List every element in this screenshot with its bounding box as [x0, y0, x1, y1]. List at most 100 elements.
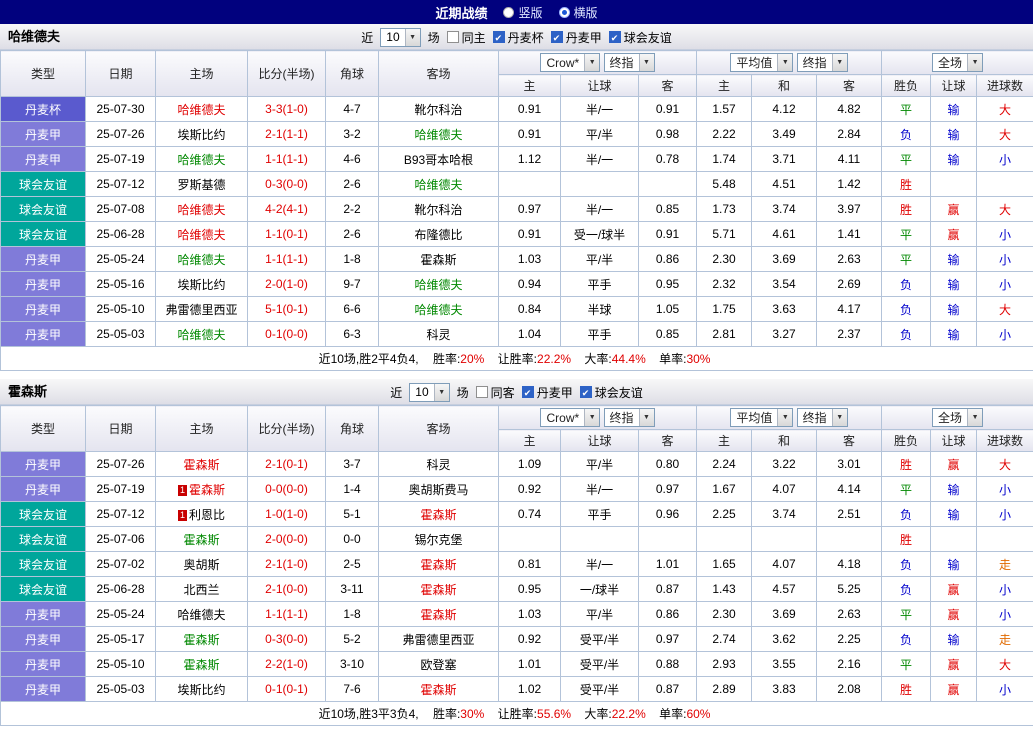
league-type-cell: 丹麦甲 — [0, 451, 86, 477]
checkbox-icon — [475, 386, 488, 398]
average-select[interactable]: 平均值 ▼ — [730, 53, 794, 72]
bookmaker-select[interactable]: Crow* ▼ — [540, 408, 601, 428]
team-name-link[interactable]: 哈维德夫 — [177, 103, 225, 117]
team-name-link[interactable]: 靴尔科治 — [414, 203, 462, 217]
team-name-link[interactable]: 霍森斯 — [420, 608, 456, 622]
team-name-link[interactable]: 哈维德夫 — [414, 303, 462, 317]
match-date-cell: 25-06-28 — [85, 221, 156, 247]
handicap-rate-stat: 让胜率:55.6% — [497, 707, 572, 721]
league-type-cell: 丹麦甲 — [0, 321, 86, 347]
avg-draw-odds-cell: 3.83 — [751, 676, 817, 702]
score-cell: 2-1(1-1) — [247, 121, 326, 147]
team-name-link[interactable]: 霍森斯 — [189, 483, 225, 497]
result-goals-cell: 大 — [976, 96, 1033, 122]
team-name-link[interactable]: 哈维德夫 — [414, 178, 462, 192]
team-name-link[interactable]: 哈维德夫 — [177, 328, 225, 342]
match-row: 丹麦甲 25-05-16 埃斯比约 2-0(1-0) 9-7 哈维德夫 0.94 平手 0.95… — [0, 271, 1033, 297]
team-name-link[interactable]: 哈维德夫 — [177, 203, 225, 217]
radio-vertical-layout[interactable]: 竖版 — [503, 4, 543, 21]
match-row: 丹麦甲 25-07-26 埃斯比约 2-1(1-1) 3-2 哈维德夫 0.91 平/半 0.9… — [0, 121, 1033, 147]
away-team-cell: 霍森斯 — [378, 551, 499, 577]
avg-away-odds-cell: 2.08 — [815, 676, 883, 702]
team-name-link[interactable]: 霍森斯 — [183, 633, 219, 647]
avg-home-odds-cell: 2.93 — [696, 651, 752, 677]
result-wdl-cell: 胜 — [881, 676, 932, 702]
average-select[interactable]: 平均值 ▼ — [730, 408, 794, 427]
team-name-link[interactable]: 哈维德夫 — [177, 228, 225, 242]
match-date-cell: 25-06-28 — [85, 576, 156, 602]
match-date-cell: 25-05-03 — [85, 321, 156, 347]
checkbox-same-away[interactable]: 同客 — [475, 384, 515, 401]
team-name-link[interactable]: 弗雷德里西亚 — [402, 633, 474, 647]
average-time-select[interactable]: 终指 ▼ — [796, 53, 848, 72]
match-count-select[interactable]: 10 ▼ — [380, 27, 421, 47]
match-count-select[interactable]: 10 ▼ — [409, 382, 450, 402]
team-name-link[interactable]: 埃斯比约 — [177, 683, 225, 697]
league-type-cell: 球会友谊 — [0, 221, 86, 247]
checkbox-danish-division[interactable]: 丹麦甲 — [550, 29, 602, 46]
handicap-line-cell: 半/一 — [560, 146, 639, 172]
odds-time-select[interactable]: 终指 ▼ — [603, 407, 655, 427]
team-name-link[interactable]: 哈维德夫 — [177, 153, 225, 167]
team-name-link[interactable]: 科灵 — [426, 458, 450, 472]
scope-select[interactable]: 全场 ▼ — [932, 53, 984, 72]
team-name-link[interactable]: 布隆德比 — [414, 228, 462, 242]
avg-away-odds-cell: 3.97 — [815, 196, 883, 222]
team-name-link[interactable]: 奥胡斯费马 — [408, 483, 468, 497]
chevron-down-icon: ▼ — [584, 54, 600, 72]
team-name-link[interactable]: 哈维德夫 — [177, 608, 225, 622]
result-group: 全场 ▼ — [881, 405, 1033, 430]
team-name-link[interactable]: 霍森斯 — [183, 533, 219, 547]
team-name-link[interactable]: 埃斯比约 — [177, 128, 225, 142]
team-name-link[interactable]: 霍森斯 — [420, 583, 456, 597]
avg-draw-odds-cell: 4.07 — [751, 476, 817, 502]
team-name-link[interactable]: 奥胡斯 — [183, 558, 219, 572]
home-team-cell: 哈维德夫 — [155, 196, 248, 222]
team-name-link[interactable]: 霍森斯 — [420, 558, 456, 572]
handicap-home-odds-cell: 1.02 — [498, 676, 561, 702]
radio-horizontal-layout[interactable]: 横版 — [558, 4, 598, 21]
team-name-link[interactable]: 哈维德夫 — [177, 253, 225, 267]
checkbox-club-friendly[interactable]: 球会友谊 — [608, 29, 672, 46]
team-name-link[interactable]: 霍森斯 — [183, 658, 219, 672]
team-name-link[interactable]: 靴尔科治 — [414, 103, 462, 117]
checkbox-same-home[interactable]: 同主 — [446, 29, 486, 46]
team-name-link[interactable]: 哈维德夫 — [414, 128, 462, 142]
team-name-link[interactable]: 弗雷德里西亚 — [165, 303, 237, 317]
team-name-link[interactable]: 欧登塞 — [420, 658, 456, 672]
avg-home-odds-cell: 1.67 — [696, 476, 752, 502]
handicap-away-odds-cell: 0.87 — [638, 676, 697, 702]
team-name-link[interactable]: 罗斯基德 — [177, 178, 225, 192]
team-name-link[interactable]: B93哥本哈根 — [404, 153, 473, 167]
chevron-down-icon: ▼ — [831, 409, 847, 426]
col-header-odds-home: 主 — [498, 429, 561, 452]
team-name-link[interactable]: 霍森斯 — [183, 458, 219, 472]
odds-time-select[interactable]: 终指 ▼ — [603, 52, 655, 72]
checkbox-danish-cup[interactable]: 丹麦杯 — [492, 29, 544, 46]
team-name-link[interactable]: 霍森斯 — [420, 253, 456, 267]
checkbox-danish-division[interactable]: 丹麦甲 — [521, 384, 573, 401]
handicap-home-odds-cell: 0.91 — [498, 96, 561, 122]
bookmaker-select[interactable]: Crow* ▼ — [540, 53, 601, 73]
checkbox-club-friendly[interactable]: 球会友谊 — [579, 384, 643, 401]
average-time-select[interactable]: 终指 ▼ — [796, 408, 848, 427]
result-wdl-cell: 平 — [881, 246, 932, 272]
away-team-cell: 霍森斯 — [378, 601, 499, 627]
handicap-home-odds-cell: 1.09 — [498, 451, 561, 477]
team-name-link[interactable]: 北西兰 — [183, 583, 219, 597]
scope-select[interactable]: 全场 ▼ — [932, 408, 984, 427]
result-wdl-cell: 负 — [881, 321, 932, 347]
team-name-link[interactable]: 科灵 — [426, 328, 450, 342]
chevron-down-icon: ▼ — [584, 409, 600, 427]
team-name-link[interactable]: 霍森斯 — [420, 683, 456, 697]
result-handicap-cell: 输 — [930, 476, 978, 502]
result-handicap-cell — [930, 526, 978, 552]
team-name-link[interactable]: 埃斯比约 — [177, 278, 225, 292]
team-name-link[interactable]: 利恩比 — [189, 508, 225, 522]
team-name-link[interactable]: 锡尔克堡 — [414, 533, 462, 547]
col-header-odds-home: 主 — [498, 74, 561, 97]
team-name-link[interactable]: 霍森斯 — [420, 508, 456, 522]
team-name-link[interactable]: 哈维德夫 — [414, 278, 462, 292]
result-wdl-cell: 负 — [881, 501, 932, 527]
handicap-line-cell: 半球 — [560, 296, 639, 322]
